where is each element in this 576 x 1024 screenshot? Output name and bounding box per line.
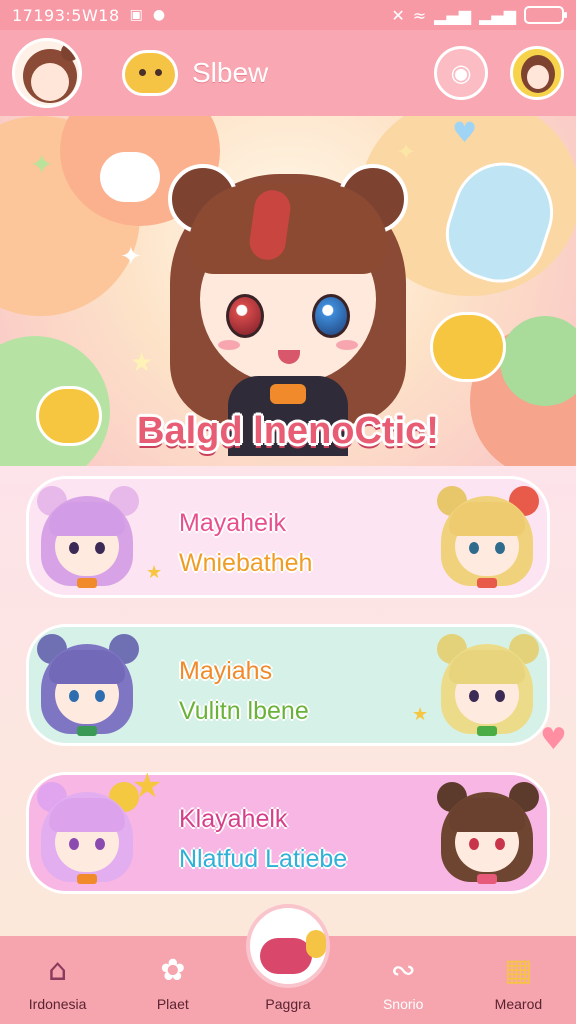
wifi-icon: ≈ [412, 5, 427, 25]
nav-item-snorio[interactable]: ∾ Snorio [346, 936, 461, 1024]
battery-icon [524, 6, 567, 24]
star-mascot-icon [430, 312, 506, 382]
heart-icon: ♥ [452, 116, 478, 149]
nav-label: Plaet [156, 996, 189, 1012]
flower-icon: ✿ [160, 952, 186, 988]
status-time: 17193:5W18 [12, 5, 120, 25]
mute-icon: ✕ [391, 5, 405, 25]
item-title: Klayahelk [179, 805, 288, 833]
nav-label: Snorio [382, 996, 424, 1012]
character-avatar [435, 782, 539, 890]
sparkle-icon: ✦ [30, 148, 54, 181]
item-subtitle: Nlatfud Latiebe [179, 845, 348, 873]
star-icon: ★ [412, 704, 429, 725]
home-icon: ⌂ [48, 952, 68, 988]
signal-icon: ▂▄▆ [434, 5, 472, 25]
app-header: Slbew ◉ [0, 30, 576, 116]
character-avatar [35, 634, 139, 742]
character-list: Mayaheik Wniebatheh Mayiahs Vulitn lbene [0, 466, 576, 936]
hero-title: Balgd lnenoCtic! [137, 410, 439, 452]
user-avatar[interactable] [510, 46, 564, 100]
dot-icon: ● [152, 7, 166, 23]
list-item[interactable]: Klayahelk Nlatfud Latiebe [26, 772, 550, 894]
item-title: Mayiahs [179, 657, 273, 685]
star-icon: ★ [130, 348, 154, 378]
status-bar: 17193:5W18 ▣ ● ✕ ≈ ▂▄▆ ▂▄▆ [0, 0, 576, 30]
chick-icon [306, 930, 326, 958]
app-logo [122, 50, 178, 96]
character-avatar [35, 486, 139, 594]
item-title: Mayaheik [179, 509, 286, 537]
nav-label: Paggra [265, 996, 311, 1012]
star-icon: ★ [146, 562, 163, 583]
shop-icon: ▦ [504, 952, 533, 988]
app-name: Slbew [192, 57, 269, 88]
nav-item-mearod[interactable]: ▦ Mearod [461, 936, 576, 1024]
sparkle-icon: ✦ [120, 242, 142, 272]
heart-icon: ♥ [540, 722, 567, 757]
hero-character [160, 144, 416, 456]
nav-label: Mearod [494, 996, 543, 1012]
wave-icon: ∾ [390, 952, 416, 988]
profile-avatar[interactable] [12, 38, 82, 108]
list-item[interactable]: Mayiahs Vulitn lbene [26, 624, 550, 746]
center-action-button[interactable] [246, 904, 330, 988]
signal-icon: ▂▄▆ [479, 5, 516, 25]
nav-item-indonesia[interactable]: ⌂ Irdonesia [0, 936, 115, 1024]
calendar-icon: ▣ [129, 7, 143, 23]
star-icon: ★ [132, 766, 163, 806]
list-item[interactable]: Mayaheik Wniebatheh [26, 476, 550, 598]
nav-item-plaet[interactable]: ✿ Plaet [115, 936, 230, 1024]
character-avatar [435, 486, 539, 594]
character-avatar [435, 634, 539, 742]
item-subtitle: Wniebatheh [179, 549, 313, 577]
ghost-icon [100, 152, 160, 202]
nav-label: Irdonesia [28, 996, 87, 1012]
item-subtitle: Vulitn lbene [179, 697, 309, 725]
search-button[interactable]: ◉ [434, 46, 488, 100]
mascot-search-icon: ◉ [450, 59, 472, 87]
hero-banner[interactable]: ✦ ✦ ✦ ★ ♥ Balgd lnenoCtic! [0, 116, 576, 466]
mascot-icon [260, 938, 312, 974]
character-avatar [35, 782, 139, 890]
